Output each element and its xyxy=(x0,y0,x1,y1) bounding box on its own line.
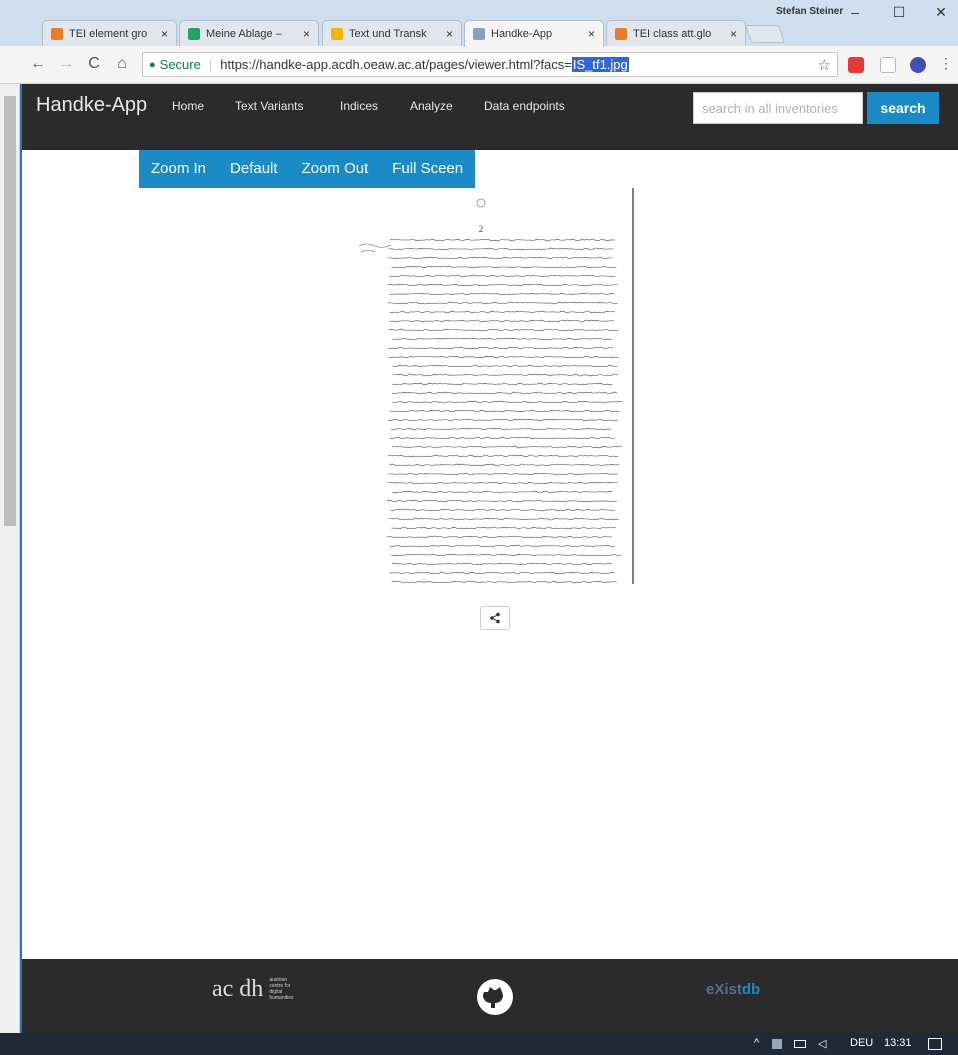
close-window-icon[interactable]: ✕ xyxy=(926,4,956,21)
language-indicator[interactable]: DEU xyxy=(850,1037,873,1049)
nav-indices[interactable]: Indices xyxy=(340,99,378,113)
notification-icon[interactable] xyxy=(928,1038,942,1050)
acdh-logo-text: austrian centre for digital humanities xyxy=(269,977,294,1001)
share-icon xyxy=(490,612,500,624)
tab-close-icon[interactable]: × xyxy=(446,27,453,41)
minimize-icon[interactable]: – xyxy=(840,4,870,20)
network-icon[interactable] xyxy=(772,1039,782,1049)
url-selected-text: IS_tf1.jpg xyxy=(571,57,629,72)
manuscript-page-image[interactable]: 2 xyxy=(357,188,635,584)
home-icon[interactable]: ⌂ xyxy=(112,55,132,73)
red-extension-icon[interactable] xyxy=(848,57,864,73)
clock[interactable]: 13:31 xyxy=(884,1037,912,1049)
page-scrollbar[interactable] xyxy=(0,84,20,1044)
reload-icon[interactable]: C xyxy=(84,55,104,73)
app-navbar: Handke-App Home Text Variants Indices An… xyxy=(22,84,958,150)
colorful-extension-icon[interactable] xyxy=(910,57,926,73)
browser-tab-meine-ablage[interactable]: Meine Ablage – × xyxy=(179,20,319,46)
tab-title: Handke-App xyxy=(491,28,553,40)
google-drive-favicon-icon xyxy=(188,27,200,40)
handke-favicon-icon xyxy=(473,28,485,40)
kebab-menu-icon[interactable]: ⋮ xyxy=(936,55,956,72)
browser-tab-tei-element[interactable]: TEI element gro × xyxy=(42,20,177,46)
share-button[interactable] xyxy=(480,606,510,630)
browser-tab-strip: TEI element gro × Meine Ablage – × Text … xyxy=(0,0,958,47)
tab-favicon-icon xyxy=(615,27,627,40)
secure-label: Secure xyxy=(159,57,201,72)
tab-title: TEI element gro xyxy=(69,27,148,40)
tab-title: Text und Transk xyxy=(349,27,427,40)
search-button[interactable]: search xyxy=(867,92,939,124)
forward-arrow-icon[interactable]: → xyxy=(56,55,76,73)
page-number: 2 xyxy=(479,224,484,234)
app-footer: ac dh austrian centre for digital humani… xyxy=(22,959,958,1033)
document-extension-icon[interactable] xyxy=(880,57,896,73)
viewer-toolbar: Zoom In Default Zoom Out Full Sceen xyxy=(139,150,476,188)
nav-data-endpoints[interactable]: Data endpoints xyxy=(484,99,565,113)
tab-favicon-icon xyxy=(51,27,63,40)
new-tab-button[interactable] xyxy=(744,25,786,43)
existdb-logo[interactable]: eXistdb xyxy=(706,981,760,998)
tab-close-icon[interactable]: × xyxy=(161,27,168,41)
window-border xyxy=(20,84,22,1044)
app-brand[interactable]: Handke-App xyxy=(36,94,147,117)
url-text: https://handke-app.acdh.oeaw.ac.at/pages… xyxy=(220,57,572,72)
profile-name[interactable]: Stefan Steiner xyxy=(776,6,843,17)
acdh-logo[interactable]: ac dh austrian centre for digital humani… xyxy=(212,977,309,1001)
tab-close-icon[interactable]: × xyxy=(303,27,310,41)
nav-home[interactable]: Home xyxy=(172,99,204,113)
star-icon[interactable]: ☆ xyxy=(818,56,831,74)
search-input[interactable] xyxy=(693,92,863,124)
browser-tab-handke-app[interactable]: Handke-App × xyxy=(464,20,604,47)
nav-text-variants[interactable]: Text Variants xyxy=(235,99,303,113)
zoom-in-button[interactable]: Zoom In xyxy=(139,150,219,188)
slides-favicon-icon xyxy=(331,27,343,40)
nav-analyze[interactable]: Analyze xyxy=(410,99,453,113)
scrollbar-thumb[interactable] xyxy=(4,96,16,526)
default-zoom-button[interactable]: Default xyxy=(218,150,290,188)
address-separator: | xyxy=(208,57,213,72)
browser-tab-text-und-transkription[interactable]: Text und Transk × xyxy=(322,20,462,46)
lock-icon: ● xyxy=(149,58,156,71)
tab-title: Meine Ablage – xyxy=(206,27,282,40)
full-screen-button[interactable]: Full Sceen xyxy=(380,150,476,188)
tab-title: TEI class att.glo xyxy=(633,27,712,40)
tab-close-icon[interactable]: × xyxy=(588,27,595,41)
acdh-logo-mark: ac dh xyxy=(212,976,264,1002)
maximize-icon[interactable]: ☐ xyxy=(884,4,914,21)
tab-close-icon[interactable]: × xyxy=(730,27,737,41)
address-bar[interactable]: ● Secure | https://handke-app.acdh.oeaw.… xyxy=(142,52,838,77)
speaker-icon[interactable]: ◁ xyxy=(818,1037,826,1050)
back-arrow-icon[interactable]: ← xyxy=(28,55,48,73)
chevron-up-icon[interactable]: ^ xyxy=(754,1037,759,1049)
windows-taskbar: ^ ◁ DEU 13:31 xyxy=(0,1033,958,1055)
github-icon[interactable] xyxy=(475,977,515,1017)
browser-tab-tei-class[interactable]: TEI class att.glo × xyxy=(606,20,746,46)
battery-icon[interactable] xyxy=(794,1040,806,1048)
zoom-out-button[interactable]: Zoom Out xyxy=(289,150,381,188)
browser-toolbar: ← → C ⌂ ● Secure | https://handke-app.ac… xyxy=(0,46,958,84)
